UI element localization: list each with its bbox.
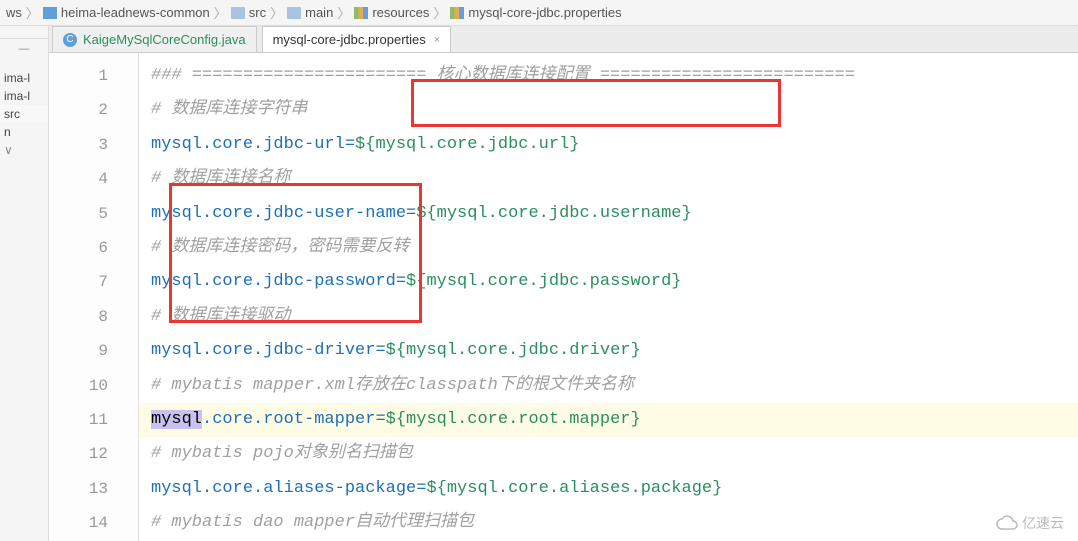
chevron-right-icon: 〉 [214,3,227,22]
breadcrumb-item[interactable]: ws [6,5,22,20]
sidebar-item[interactable]: ima-l [0,69,48,87]
editor-tabs: C KaigeMySqlCoreConfig.java mysql-core-j… [49,26,1078,53]
line-gutter: 1 2 3 4 5 6 7 8 9 10 11 12 13 14 [49,53,139,541]
breadcrumb-item[interactable]: main [287,5,333,20]
sidebar-item[interactable]: ima-l [0,87,48,105]
code-line[interactable]: # 数据库连接驱动 [139,300,1078,334]
tab-mysql-properties[interactable]: mysql-core-jdbc.properties × [262,26,452,52]
chevron-right-icon: 〉 [270,3,283,22]
code-line[interactable]: mysql.core.aliases-package=${mysql.core.… [139,472,1078,506]
code-line[interactable]: # mybatis mapper.xml存放在classpath下的根文件夹名称 [139,369,1078,403]
resources-icon [354,7,368,19]
sidebar-item[interactable] [0,141,48,159]
chevron-right-icon: 〉 [26,3,39,22]
watermark: 亿速云 [996,513,1064,533]
code-line[interactable]: # mybatis pojo对象别名扫描包 [139,437,1078,471]
sidebar-item[interactable]: n [0,123,48,141]
chevron-right-icon: 〉 [433,3,446,22]
properties-icon [450,7,464,19]
breadcrumb-item[interactable]: resources [354,5,429,20]
breadcrumb: ws 〉 heima-leadnews-common 〉 src 〉 main … [0,0,1078,26]
tab-label: mysql-core-jdbc.properties [273,32,426,47]
folder-icon [287,7,301,19]
code-line[interactable]: mysql.core.jdbc-driver=${mysql.core.jdbc… [139,334,1078,368]
breadcrumb-item[interactable]: src [231,5,266,20]
collapse-button[interactable]: — [0,38,48,59]
folder-icon [231,7,245,19]
breadcrumb-item[interactable]: mysql-core-jdbc.properties [450,5,621,20]
breadcrumb-item[interactable]: heima-leadnews-common [43,5,210,20]
code-body[interactable]: ### ======================= 核心数据库连接配置 ==… [139,53,1078,541]
code-line[interactable]: # mybatis dao mapper自动代理扫描包 [139,506,1078,540]
module-icon [43,7,57,19]
code-line[interactable]: # 数据库连接名称 [139,162,1078,196]
project-sidebar[interactable]: — ima-l ima-l src n [0,26,49,541]
code-line[interactable]: # 数据库连接字符串 [139,93,1078,127]
tab-kaige-config[interactable]: C KaigeMySqlCoreConfig.java [52,26,257,52]
code-line[interactable]: mysql.core.jdbc-url=${mysql.core.jdbc.ur… [139,128,1078,162]
tab-label: KaigeMySqlCoreConfig.java [83,32,246,47]
code-line[interactable]: # 数据库连接密码，密码需要反转 [139,231,1078,265]
code-editor[interactable]: 1 2 3 4 5 6 7 8 9 10 11 12 13 14 ### ===… [49,53,1078,541]
chevron-right-icon: 〉 [337,3,350,22]
code-line[interactable]: mysql.core.jdbc-user-name=${mysql.core.j… [139,197,1078,231]
close-icon[interactable]: × [434,34,440,46]
code-line[interactable]: mysql.core.root-mapper=${mysql.core.root… [139,403,1078,437]
java-class-icon: C [63,33,77,47]
code-line[interactable]: mysql.core.jdbc-password=${mysql.core.jd… [139,265,1078,299]
sidebar-item[interactable]: src [0,105,48,123]
code-line[interactable]: ### ======================= 核心数据库连接配置 ==… [139,59,1078,93]
